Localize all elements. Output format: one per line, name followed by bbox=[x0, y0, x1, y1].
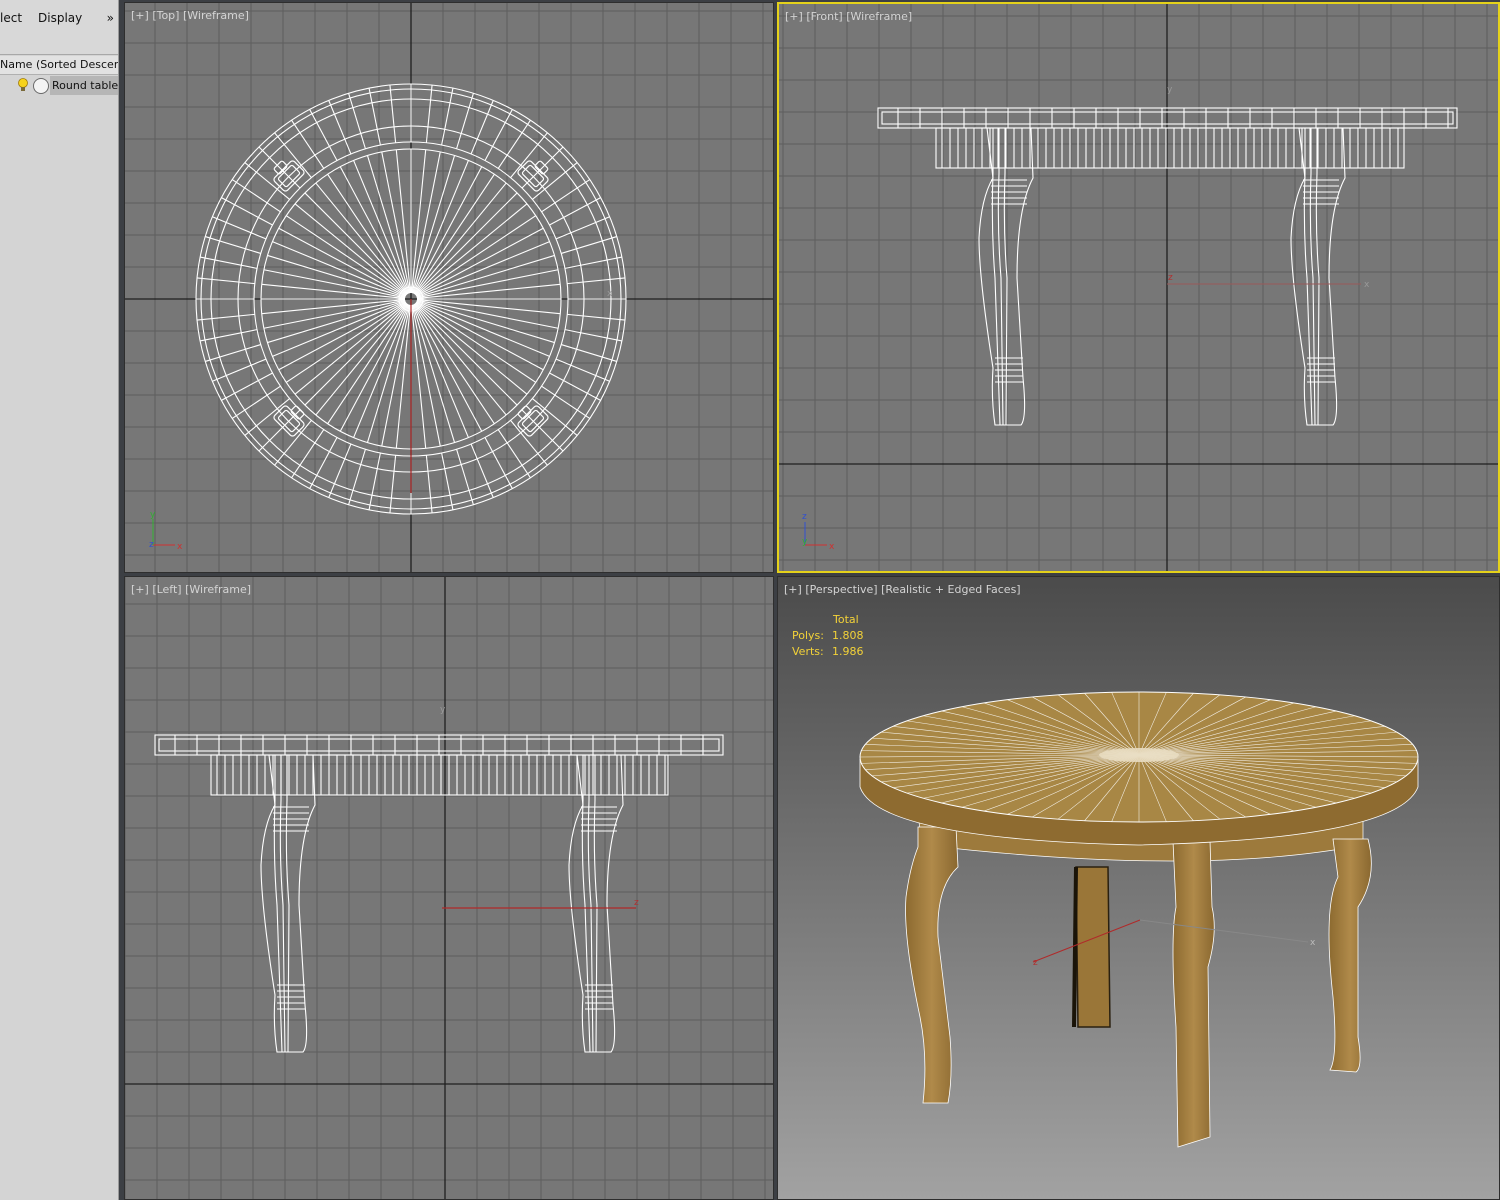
axis-label-x: x bbox=[607, 289, 613, 299]
svg-text:x: x bbox=[177, 542, 183, 552]
viewport-perspective[interactable]: z x [+] [Perspective] [Realistic + Edged… bbox=[777, 576, 1500, 1200]
axis-label-y: y bbox=[1167, 85, 1173, 95]
viewport-label-perspective[interactable]: [+] [Perspective] [Realistic + Edged Fac… bbox=[784, 583, 1021, 596]
light-bulb-icon[interactable] bbox=[18, 78, 28, 92]
left-view-canvas[interactable]: z y bbox=[125, 577, 774, 1200]
verts-value: 1.986 bbox=[832, 645, 864, 658]
explorer-menu-bar: lect Display » bbox=[0, 0, 118, 55]
axis-label-z: z bbox=[1168, 273, 1173, 283]
svg-text:x: x bbox=[829, 542, 835, 552]
viewport-menu-button[interactable]: [+] bbox=[785, 10, 803, 23]
axis-label-x: x bbox=[1364, 280, 1370, 290]
top-view-canvas[interactable]: x x y z bbox=[125, 3, 774, 573]
svg-text:z: z bbox=[802, 512, 807, 522]
view-type-button[interactable]: [Front] bbox=[806, 10, 842, 23]
svg-text:z: z bbox=[149, 540, 154, 550]
view-type-button[interactable]: [Perspective] bbox=[805, 583, 877, 596]
stats-verts-row: Verts: 1.986 bbox=[792, 645, 864, 661]
object-name-label[interactable]: Round table bbox=[50, 76, 118, 95]
viewport-label-left[interactable]: [+] [Left] [Wireframe] bbox=[131, 583, 251, 596]
shading-mode-button[interactable]: [Wireframe] bbox=[846, 10, 912, 23]
axis-label-z: z bbox=[1033, 958, 1038, 968]
svg-text:y: y bbox=[802, 537, 808, 547]
viewport-front[interactable]: z x y x z y [+] [Front] [Wireframe] bbox=[777, 2, 1500, 573]
polys-value: 1.808 bbox=[832, 629, 864, 642]
perspective-view-canvas[interactable]: z x bbox=[778, 577, 1500, 1200]
view-type-button[interactable]: [Top] bbox=[152, 9, 179, 22]
axis-label-z: z bbox=[634, 898, 639, 908]
shading-mode-button[interactable]: [Realistic + Edged Faces] bbox=[881, 583, 1020, 596]
menu-select[interactable]: lect bbox=[0, 11, 22, 25]
more-chevron-icon[interactable]: » bbox=[107, 11, 114, 25]
svg-text:y: y bbox=[150, 510, 156, 520]
scene-explorer-panel: lect Display » Name (Sorted Descending) … bbox=[0, 0, 119, 1200]
stats-title: Total bbox=[833, 613, 859, 626]
shading-mode-button[interactable]: [Wireframe] bbox=[185, 583, 251, 596]
axis-label-y: y bbox=[440, 705, 446, 715]
axis-label-x: x bbox=[1310, 938, 1316, 948]
stats-polys-row: Polys: 1.808 bbox=[792, 629, 864, 645]
shading-mode-button[interactable]: [Wireframe] bbox=[183, 9, 249, 22]
viewport-label-front[interactable]: [+] [Front] [Wireframe] bbox=[785, 10, 912, 23]
viewport-menu-button[interactable]: [+] bbox=[784, 583, 802, 596]
visibility-toggle-icon[interactable] bbox=[33, 78, 49, 94]
viewport-top[interactable]: x x y z [+] [Top] [Wireframe] bbox=[124, 2, 774, 573]
viewport-label-top[interactable]: [+] [Top] [Wireframe] bbox=[131, 9, 249, 22]
front-view-canvas[interactable]: z x y x z y bbox=[779, 4, 1498, 571]
polys-label: Polys: bbox=[792, 629, 824, 642]
scene-statistics: Total Polys: 1.808 Verts: 1.986 bbox=[792, 613, 864, 661]
viewport-menu-button[interactable]: [+] bbox=[131, 583, 149, 596]
viewport-left[interactable]: z y [+] [Left] [Wireframe] bbox=[124, 576, 774, 1200]
menu-display[interactable]: Display bbox=[38, 11, 82, 25]
verts-label: Verts: bbox=[792, 645, 824, 658]
view-type-button[interactable]: [Left] bbox=[152, 583, 181, 596]
scene-object-row[interactable]: Round table bbox=[0, 76, 118, 96]
name-column-header[interactable]: Name (Sorted Descending) bbox=[0, 56, 118, 75]
viewport-menu-button[interactable]: [+] bbox=[131, 9, 149, 22]
